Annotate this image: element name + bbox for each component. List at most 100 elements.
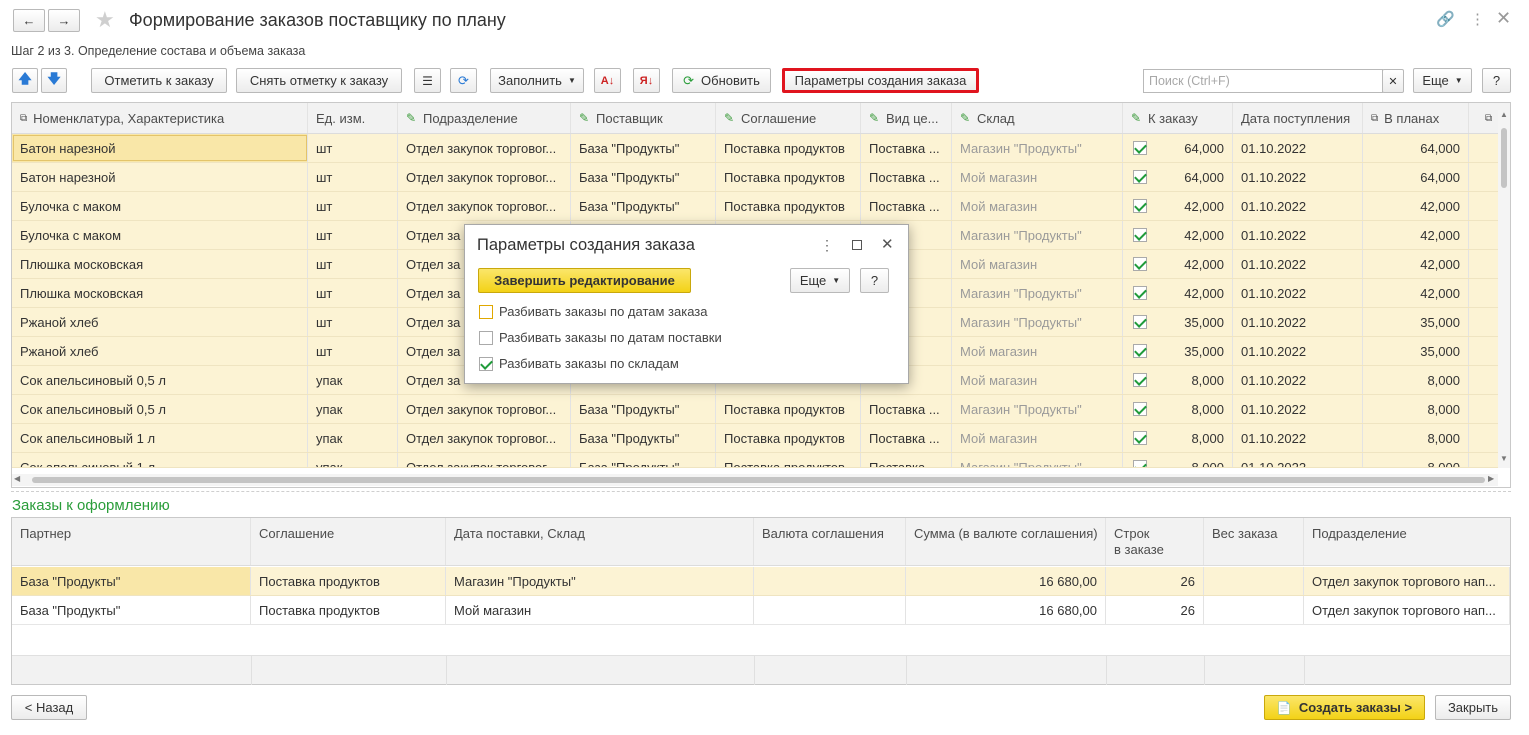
cell-nomenclature[interactable]: Булочка с маком xyxy=(12,192,308,220)
checkbox-split-by-delivery-date[interactable] xyxy=(479,330,493,345)
cell-receipt-date[interactable]: 01.10.2022 xyxy=(1233,163,1363,191)
search-input[interactable]: Поиск (Ctrl+F) xyxy=(1143,69,1383,93)
cell-department[interactable]: Отдел закупок торговог... xyxy=(398,163,571,191)
cell-supplier[interactable]: База "Продукты" xyxy=(571,453,716,467)
cell-currency[interactable] xyxy=(754,596,906,624)
cell-in-plans[interactable]: 42,000 xyxy=(1363,192,1469,220)
cell-row-count[interactable]: 26 xyxy=(1106,567,1204,595)
mark-for-order-button[interactable]: Отметить к заказу xyxy=(91,68,227,93)
cell-to-order[interactable]: 35,000 xyxy=(1123,337,1233,365)
create-orders-button[interactable]: 📄 Создать заказы > xyxy=(1264,695,1425,720)
cell-in-plans[interactable]: 64,000 xyxy=(1363,163,1469,191)
cell-to-order[interactable]: 8,000 xyxy=(1123,424,1233,452)
to-order-checkbox[interactable] xyxy=(1133,431,1147,445)
col-header-agreement[interactable]: Соглашение xyxy=(251,518,446,565)
cell-nomenclature[interactable]: Ржаной хлеб xyxy=(12,337,308,365)
cell-receipt-date[interactable]: 01.10.2022 xyxy=(1233,453,1363,467)
order-row[interactable]: База "Продукты" Поставка продуктов Магазин… xyxy=(12,567,1510,596)
forward-nav-button[interactable]: → xyxy=(48,9,80,32)
col-header-currency[interactable]: Валюта соглашения xyxy=(754,518,906,565)
cell-in-plans[interactable]: 42,000 xyxy=(1363,279,1469,307)
to-order-checkbox[interactable] xyxy=(1133,170,1147,184)
cell-agreement[interactable]: Поставка продуктов xyxy=(716,163,861,191)
cell-supplier[interactable]: База "Продукты" xyxy=(571,192,716,220)
checkbox-split-by-warehouse[interactable] xyxy=(479,356,493,371)
favorite-star-icon[interactable]: ★ xyxy=(95,7,115,33)
cell-unit[interactable]: шт xyxy=(308,134,398,162)
cell-in-plans[interactable]: 8,000 xyxy=(1363,424,1469,452)
table-row[interactable]: Булочка с маком шт Отдел закупок торговог.… xyxy=(12,192,1498,221)
col-header-department[interactable]: Подразделение xyxy=(1304,518,1510,565)
cell-department[interactable]: Отдел закупок торговог... xyxy=(398,453,571,467)
col-header-nomenclature[interactable]: ⧉ Номенклатура, Характеристика xyxy=(12,103,308,133)
cell-agreement[interactable]: Поставка продуктов xyxy=(716,424,861,452)
cell-department[interactable]: Отдел закупок торговог... xyxy=(398,192,571,220)
cell-to-order[interactable]: 42,000 xyxy=(1123,221,1233,249)
col-header-in-plans[interactable]: ⧉ В планах xyxy=(1363,103,1469,133)
cell-to-order[interactable]: 42,000 xyxy=(1123,279,1233,307)
col-header-amount[interactable]: Сумма (в валюте соглашения) xyxy=(906,518,1106,565)
to-order-checkbox[interactable] xyxy=(1133,286,1147,300)
cell-warehouse[interactable]: Магазин "Продукты" xyxy=(952,134,1123,162)
more-vertical-icon[interactable]: ⋮ xyxy=(1470,10,1485,28)
cell-warehouse[interactable]: Магазин "Продукты" xyxy=(952,279,1123,307)
scroll-down-icon[interactable]: ▼ xyxy=(1500,454,1508,463)
link-icon[interactable]: 🔗 xyxy=(1436,10,1455,28)
to-order-checkbox[interactable] xyxy=(1133,373,1147,387)
cell-to-order[interactable]: 8,000 xyxy=(1123,395,1233,423)
to-order-checkbox[interactable] xyxy=(1133,199,1147,213)
cell-warehouse[interactable]: Мой магазин xyxy=(952,163,1123,191)
col-header-department[interactable]: ✎ Подразделение xyxy=(398,103,571,133)
move-up-button[interactable]: 🡅 xyxy=(12,68,38,93)
to-order-checkbox[interactable] xyxy=(1133,257,1147,271)
cell-unit[interactable]: упак xyxy=(308,424,398,452)
cell-department[interactable]: Отдел закупок торгового нап... xyxy=(1304,596,1510,624)
cell-receipt-date[interactable]: 01.10.2022 xyxy=(1233,279,1363,307)
cell-agreement[interactable]: Поставка продуктов xyxy=(251,596,446,624)
cell-in-plans[interactable]: 8,000 xyxy=(1363,453,1469,467)
unmark-order-button[interactable]: Снять отметку к заказу xyxy=(236,68,402,93)
cell-to-order[interactable]: 42,000 xyxy=(1123,192,1233,220)
cell-nomenclature[interactable]: Плюшка московская xyxy=(12,250,308,278)
cell-nomenclature[interactable]: Сок апельсиновый 0,5 л xyxy=(12,366,308,394)
cell-partner[interactable]: База "Продукты" xyxy=(12,596,251,624)
finish-editing-button[interactable]: Завершить редактирование xyxy=(478,268,691,293)
col-header-to-order[interactable]: ✎ К заказу xyxy=(1123,103,1233,133)
cell-receipt-date[interactable]: 01.10.2022 xyxy=(1233,424,1363,452)
cell-agreement[interactable]: Поставка продуктов xyxy=(716,192,861,220)
cell-supplier[interactable]: База "Продукты" xyxy=(571,395,716,423)
cell-department[interactable]: Отдел закупок торгового нап... xyxy=(1304,567,1510,595)
close-button[interactable]: Закрыть xyxy=(1435,695,1511,720)
cell-currency[interactable] xyxy=(754,567,906,595)
col-header-warehouse[interactable]: ✎ Склад xyxy=(952,103,1123,133)
cell-unit[interactable]: шт xyxy=(308,250,398,278)
to-order-checkbox[interactable] xyxy=(1133,460,1147,467)
dialog-more-icon[interactable]: ⋮ xyxy=(820,237,834,254)
cell-receipt-date[interactable]: 01.10.2022 xyxy=(1233,366,1363,394)
cell-agreement[interactable]: Поставка продуктов xyxy=(251,567,446,595)
cell-receipt-date[interactable]: 01.10.2022 xyxy=(1233,221,1363,249)
cell-unit[interactable]: шт xyxy=(308,163,398,191)
cell-price-type[interactable]: Поставка ... xyxy=(861,453,952,467)
splitter[interactable] xyxy=(11,491,1511,492)
cell-amount[interactable]: 16 680,00 xyxy=(906,596,1106,624)
cell-unit[interactable]: упак xyxy=(308,366,398,394)
cell-to-order[interactable]: 64,000 xyxy=(1123,163,1233,191)
hierarchy-button[interactable]: ☰ xyxy=(414,68,441,93)
close-window-icon[interactable]: ✕ xyxy=(1496,8,1511,29)
cell-receipt-date[interactable]: 01.10.2022 xyxy=(1233,308,1363,336)
col-header-supplier[interactable]: ✎ Поставщик xyxy=(571,103,716,133)
cell-delivery[interactable]: Магазин "Продукты" xyxy=(446,567,754,595)
cell-in-plans[interactable]: 35,000 xyxy=(1363,308,1469,336)
cell-in-plans[interactable]: 8,000 xyxy=(1363,395,1469,423)
cell-supplier[interactable]: База "Продукты" xyxy=(571,134,716,162)
scroll-thumb[interactable] xyxy=(1501,128,1507,188)
cell-department[interactable]: Отдел закупок торговог... xyxy=(398,134,571,162)
cell-warehouse[interactable]: Мой магазин xyxy=(952,250,1123,278)
cell-agreement[interactable]: Поставка продуктов xyxy=(716,453,861,467)
cell-warehouse[interactable]: Мой магазин xyxy=(952,366,1123,394)
move-down-button[interactable]: 🡇 xyxy=(41,68,67,93)
cell-in-plans[interactable]: 42,000 xyxy=(1363,250,1469,278)
cell-supplier[interactable]: База "Продукты" xyxy=(571,424,716,452)
table-row[interactable]: Сок апельсиновый 1 лупакОтдел закупок то… xyxy=(12,424,1498,453)
